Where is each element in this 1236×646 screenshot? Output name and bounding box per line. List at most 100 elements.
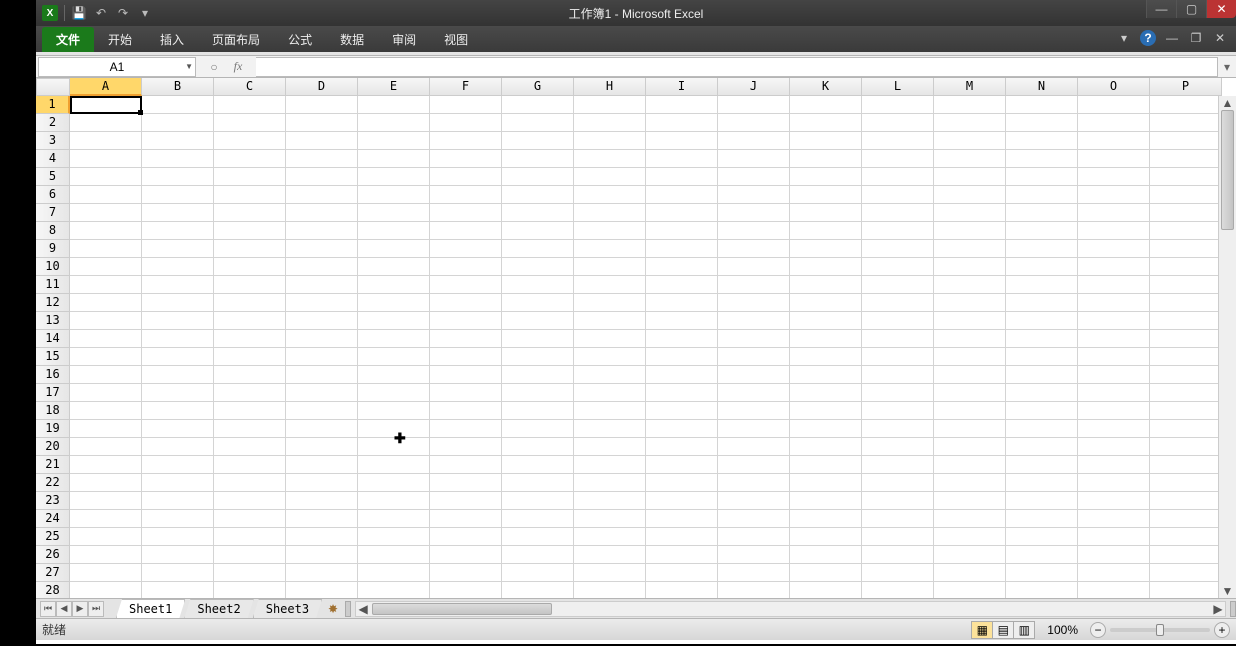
cell-E19[interactable] xyxy=(358,420,430,438)
cell-H13[interactable] xyxy=(574,312,646,330)
cell-J11[interactable] xyxy=(718,276,790,294)
cell-K18[interactable] xyxy=(790,402,862,420)
cell-H28[interactable] xyxy=(574,582,646,598)
cell-L13[interactable] xyxy=(862,312,934,330)
cell-K7[interactable] xyxy=(790,204,862,222)
cell-I20[interactable] xyxy=(646,438,718,456)
cell-L24[interactable] xyxy=(862,510,934,528)
cell-J7[interactable] xyxy=(718,204,790,222)
cell-M18[interactable] xyxy=(934,402,1006,420)
cell-F17[interactable] xyxy=(430,384,502,402)
cell-I7[interactable] xyxy=(646,204,718,222)
cell-E21[interactable] xyxy=(358,456,430,474)
tab-page-layout[interactable]: 页面布局 xyxy=(198,27,274,52)
cell-C17[interactable] xyxy=(214,384,286,402)
cell-P11[interactable] xyxy=(1150,276,1222,294)
cell-P25[interactable] xyxy=(1150,528,1222,546)
cell-N19[interactable] xyxy=(1006,420,1078,438)
formula-input[interactable] xyxy=(256,57,1218,77)
column-header-O[interactable]: O xyxy=(1078,78,1150,96)
cell-I13[interactable] xyxy=(646,312,718,330)
tab-insert[interactable]: 插入 xyxy=(146,27,198,52)
cell-P23[interactable] xyxy=(1150,492,1222,510)
cell-G18[interactable] xyxy=(502,402,574,420)
cell-J24[interactable] xyxy=(718,510,790,528)
cell-N27[interactable] xyxy=(1006,564,1078,582)
cell-E3[interactable] xyxy=(358,132,430,150)
cell-C20[interactable] xyxy=(214,438,286,456)
cell-L6[interactable] xyxy=(862,186,934,204)
cell-E14[interactable] xyxy=(358,330,430,348)
cell-B1[interactable] xyxy=(142,96,214,114)
cell-J25[interactable] xyxy=(718,528,790,546)
cell-E6[interactable] xyxy=(358,186,430,204)
cell-A7[interactable] xyxy=(70,204,142,222)
cell-B22[interactable] xyxy=(142,474,214,492)
cell-A25[interactable] xyxy=(70,528,142,546)
tab-split-handle[interactable] xyxy=(345,601,351,617)
cell-D21[interactable] xyxy=(286,456,358,474)
cell-I16[interactable] xyxy=(646,366,718,384)
cell-E28[interactable] xyxy=(358,582,430,598)
cell-D24[interactable] xyxy=(286,510,358,528)
cell-F28[interactable] xyxy=(430,582,502,598)
cell-H16[interactable] xyxy=(574,366,646,384)
cell-H23[interactable] xyxy=(574,492,646,510)
zoom-out-icon[interactable]: − xyxy=(1090,622,1106,638)
cell-C11[interactable] xyxy=(214,276,286,294)
column-header-G[interactable]: G xyxy=(502,78,574,96)
cell-B25[interactable] xyxy=(142,528,214,546)
redo-icon[interactable]: ↷ xyxy=(115,5,131,21)
cell-F16[interactable] xyxy=(430,366,502,384)
cell-B11[interactable] xyxy=(142,276,214,294)
cell-O27[interactable] xyxy=(1078,564,1150,582)
row-header-22[interactable]: 22 xyxy=(36,474,70,492)
cell-D28[interactable] xyxy=(286,582,358,598)
horizontal-scroll-thumb[interactable] xyxy=(372,603,552,615)
cell-F9[interactable] xyxy=(430,240,502,258)
cell-B9[interactable] xyxy=(142,240,214,258)
cell-K2[interactable] xyxy=(790,114,862,132)
cell-J8[interactable] xyxy=(718,222,790,240)
cell-D10[interactable] xyxy=(286,258,358,276)
cell-C22[interactable] xyxy=(214,474,286,492)
cell-H12[interactable] xyxy=(574,294,646,312)
cell-K20[interactable] xyxy=(790,438,862,456)
cell-F14[interactable] xyxy=(430,330,502,348)
cell-J4[interactable] xyxy=(718,150,790,168)
cell-J12[interactable] xyxy=(718,294,790,312)
cell-A8[interactable] xyxy=(70,222,142,240)
cell-B12[interactable] xyxy=(142,294,214,312)
row-header-17[interactable]: 17 xyxy=(36,384,70,402)
cell-O9[interactable] xyxy=(1078,240,1150,258)
cell-G23[interactable] xyxy=(502,492,574,510)
cell-N5[interactable] xyxy=(1006,168,1078,186)
cell-D2[interactable] xyxy=(286,114,358,132)
cell-G7[interactable] xyxy=(502,204,574,222)
cell-D19[interactable] xyxy=(286,420,358,438)
cell-J17[interactable] xyxy=(718,384,790,402)
cell-E27[interactable] xyxy=(358,564,430,582)
cell-K14[interactable] xyxy=(790,330,862,348)
cell-H4[interactable] xyxy=(574,150,646,168)
cell-B27[interactable] xyxy=(142,564,214,582)
tab-view[interactable]: 视图 xyxy=(430,27,482,52)
cell-K25[interactable] xyxy=(790,528,862,546)
cell-F15[interactable] xyxy=(430,348,502,366)
cell-D23[interactable] xyxy=(286,492,358,510)
tab-home[interactable]: 开始 xyxy=(94,27,146,52)
cell-L1[interactable] xyxy=(862,96,934,114)
cell-D25[interactable] xyxy=(286,528,358,546)
cell-M7[interactable] xyxy=(934,204,1006,222)
cell-L15[interactable] xyxy=(862,348,934,366)
cell-B2[interactable] xyxy=(142,114,214,132)
row-header-9[interactable]: 9 xyxy=(36,240,70,258)
cell-D6[interactable] xyxy=(286,186,358,204)
cell-A24[interactable] xyxy=(70,510,142,528)
cell-G1[interactable] xyxy=(502,96,574,114)
row-header-27[interactable]: 27 xyxy=(36,564,70,582)
column-header-M[interactable]: M xyxy=(934,78,1006,96)
cell-L28[interactable] xyxy=(862,582,934,598)
cell-N22[interactable] xyxy=(1006,474,1078,492)
cell-P9[interactable] xyxy=(1150,240,1222,258)
